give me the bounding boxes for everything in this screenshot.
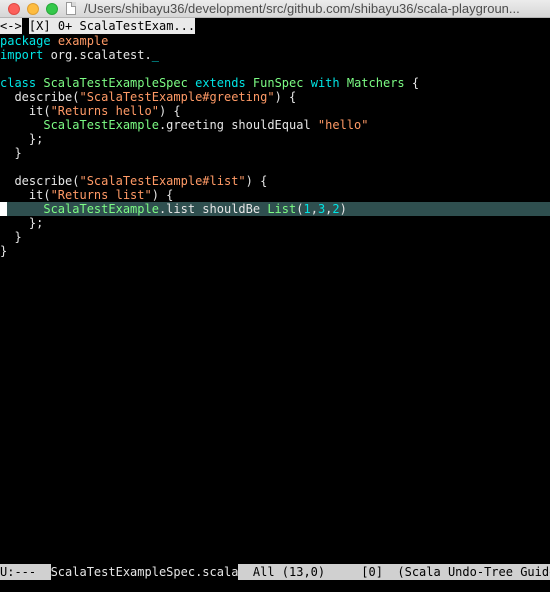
code-text: describe( bbox=[0, 90, 80, 104]
editor-area[interactable]: package example import org.scalatest._ c… bbox=[0, 34, 550, 562]
code-line-4: class ScalaTestExampleSpec extends FunSp… bbox=[0, 76, 550, 90]
mode-line: U:--- ScalaTestExampleSpec.scala All (13… bbox=[0, 564, 550, 580]
code-package-name: example bbox=[57, 34, 109, 48]
tab-active[interactable]: [X] 0+ ScalaTestExam... bbox=[28, 18, 196, 34]
code-type: Matchers bbox=[346, 76, 405, 90]
zoom-window-button[interactable] bbox=[46, 3, 58, 15]
code-string: "Returns hello" bbox=[50, 104, 159, 118]
code-wildcard: _ bbox=[151, 48, 159, 62]
code-line-2: import org.scalatest._ bbox=[0, 48, 550, 62]
code-line-9: } bbox=[0, 146, 22, 160]
code-keyword: package bbox=[0, 34, 51, 48]
code-number: 2 bbox=[332, 202, 340, 216]
code-keyword: import bbox=[0, 48, 44, 62]
mode-info: [0] (Scala Undo-Tree Guide bbox=[361, 565, 550, 579]
code-text: ) { bbox=[274, 90, 297, 104]
buffer-name[interactable]: ScalaTestExampleSpec.scala bbox=[50, 564, 239, 580]
minimize-window-button[interactable] bbox=[27, 3, 39, 15]
window-title: /Users/shibayu36/development/src/github.… bbox=[84, 1, 520, 16]
code-text: ) { bbox=[245, 174, 268, 188]
buffer-state: U:--- bbox=[0, 565, 51, 579]
code-text: .greeting shouldEqual bbox=[158, 118, 318, 132]
code-string: "ScalaTestExample#greeting" bbox=[79, 90, 275, 104]
code-line-16: } bbox=[0, 244, 8, 258]
code-line-15: } bbox=[0, 230, 22, 244]
code-text: it( bbox=[0, 188, 51, 202]
code-string: "hello" bbox=[317, 118, 369, 132]
current-line: ScalaTestExample.list shouldBe List(1,3,… bbox=[0, 202, 550, 216]
code-text: , bbox=[310, 202, 318, 216]
code-string: "Returns list" bbox=[50, 188, 152, 202]
code-string: "ScalaTestExample#list" bbox=[79, 174, 246, 188]
close-window-button[interactable] bbox=[8, 3, 20, 15]
code-line-8: }; bbox=[0, 132, 44, 146]
code-keyword: with bbox=[310, 76, 340, 90]
code-text: ) bbox=[339, 202, 347, 216]
code-line-7: ScalaTestExample.greeting shouldEqual "h… bbox=[0, 118, 550, 132]
code-text: describe( bbox=[0, 174, 80, 188]
code-text: { bbox=[404, 76, 420, 90]
cursor-position: All (13,0) bbox=[238, 565, 362, 579]
code-line-11: describe("ScalaTestExample#list") { bbox=[0, 174, 550, 188]
code-line-6: it("Returns hello") { bbox=[0, 104, 550, 118]
code-keyword: class bbox=[0, 76, 37, 90]
code-text: .list shouldBe bbox=[158, 202, 268, 216]
code-type: List bbox=[267, 202, 297, 216]
code-line-12: it("Returns list") { bbox=[0, 188, 550, 202]
tab-nav-button[interactable]: <-> bbox=[0, 18, 22, 34]
code-text: ) { bbox=[158, 104, 181, 118]
code-line-5: describe("ScalaTestExample#greeting") { bbox=[0, 90, 550, 104]
echo-area[interactable] bbox=[0, 580, 550, 592]
code-text: org.scalatest. bbox=[43, 48, 152, 62]
window-titlebar: /Users/shibayu36/development/src/github.… bbox=[0, 0, 550, 18]
code-type: FunSpec bbox=[252, 76, 304, 90]
code-number: 1 bbox=[303, 202, 311, 216]
code-text: it( bbox=[0, 104, 51, 118]
code-type: ScalaTestExample bbox=[43, 118, 159, 132]
code-text: ) { bbox=[151, 188, 174, 202]
code-line-14: }; bbox=[0, 216, 44, 230]
tab-bar: <-> [X] 0+ ScalaTestExam... bbox=[0, 18, 550, 34]
code-type: ScalaTestExample bbox=[43, 202, 159, 216]
code-keyword: extends bbox=[195, 76, 246, 90]
code-class-name: ScalaTestExampleSpec bbox=[43, 76, 188, 90]
document-icon bbox=[66, 2, 76, 15]
code-line-1: package example bbox=[0, 34, 550, 48]
